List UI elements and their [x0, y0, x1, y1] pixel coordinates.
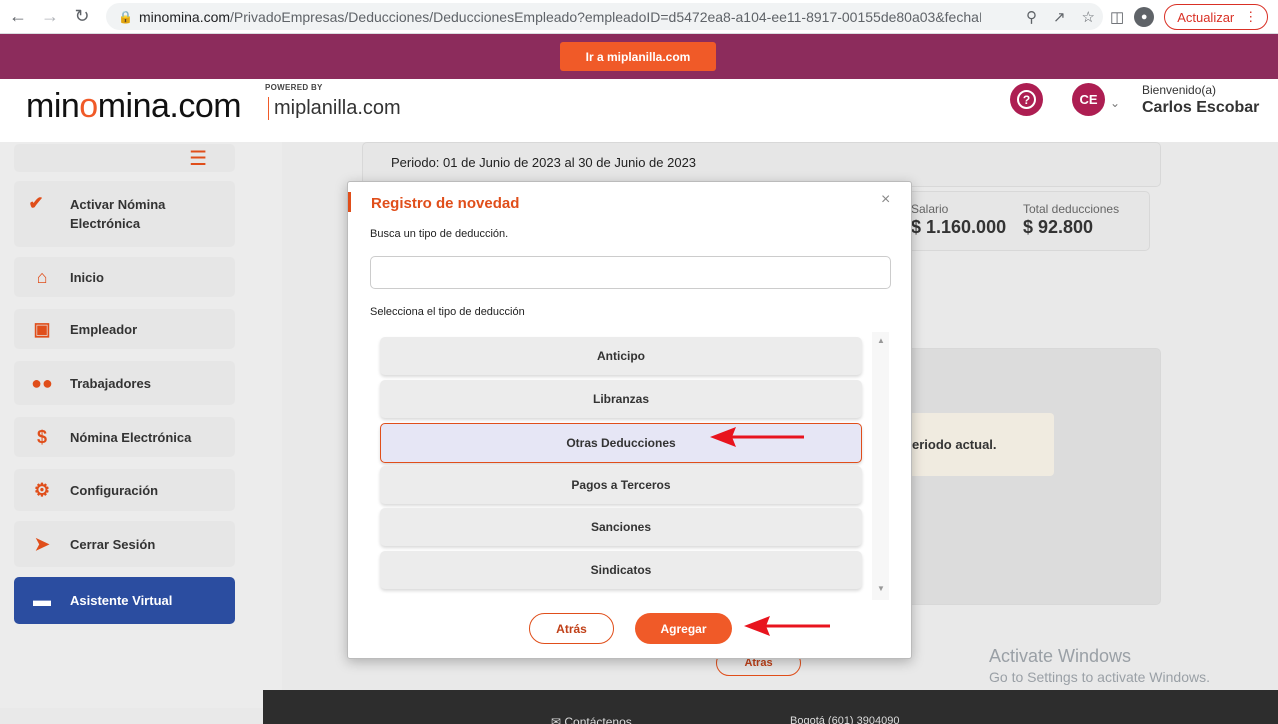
annotation-arrow-option: [710, 427, 804, 447]
help-button[interactable]: ?: [1010, 83, 1043, 116]
gear-icon: ⚙: [33, 479, 51, 500]
watermark-title: Activate Windows: [989, 646, 1132, 666]
kebab-icon: ⋮: [1244, 9, 1258, 24]
total-deductions-label: Total deducciones: [1023, 202, 1120, 216]
partner-logo: miplanilla.com: [268, 97, 401, 120]
star-icon[interactable]: ☆: [1082, 8, 1095, 26]
deduction-search-input[interactable]: [370, 256, 891, 289]
sidebar-item-label: Cerrar Sesión: [70, 536, 156, 552]
logo[interactable]: minomina.com: [26, 87, 242, 126]
add-button[interactable]: Agregar: [635, 613, 732, 644]
watermark-subtitle: Go to Settings to activate Windows.: [989, 669, 1210, 685]
scroll-up-icon[interactable]: ▲: [877, 336, 885, 345]
search-label: Busca un tipo de deducción.: [370, 228, 509, 240]
question-icon: ?: [1017, 90, 1036, 109]
sidebar-item-trabajadores[interactable]: ●● Trabajadores: [14, 361, 235, 405]
salary-value: $ 1.160.000: [911, 217, 1007, 237]
modal-title: Registro de novedad: [371, 195, 520, 212]
sidebar-item-inicio[interactable]: ⌂ Inicio: [14, 257, 235, 297]
title-accent-bar: [348, 192, 351, 212]
sidebar-item-label: Activar Nómina Electrónica: [70, 197, 166, 231]
chevron-down-icon[interactable]: ⌄: [1110, 96, 1120, 110]
url-host: minomina.com: [139, 8, 231, 25]
info-message: eriodo actual.: [902, 413, 1054, 476]
back-button[interactable]: Atrás: [529, 613, 614, 644]
option-sindicatos[interactable]: Sindicatos: [380, 551, 862, 589]
dollar-icon: $: [36, 426, 47, 447]
close-icon[interactable]: ×: [881, 191, 890, 209]
select-label: Selecciona el tipo de deducción: [370, 306, 525, 318]
list-scrollbar[interactable]: ▲ ▼: [872, 332, 889, 600]
deduction-modal: Registro de novedad × Busca un tipo de d…: [347, 181, 912, 659]
sidebar-item-label: Asistente Virtual: [70, 593, 173, 608]
sidebar-item-label: Inicio: [70, 269, 104, 285]
back-icon[interactable]: ←: [4, 3, 32, 31]
period-text: Periodo: 01 de Junio de 2023 al 30 de Ju…: [391, 155, 697, 170]
deduction-type-list: Anticipo Libranzas Otras Deducciones Pag…: [370, 332, 891, 600]
update-label: Actualizar: [1177, 9, 1235, 25]
deductions-panel: [880, 348, 1161, 605]
sidebar-item-label: Nómina Electrónica: [70, 429, 192, 445]
users-icon: ●●: [31, 372, 53, 393]
forward-icon[interactable]: →: [36, 3, 64, 31]
top-banner: Ir a miplanilla.com: [0, 34, 1278, 79]
welcome-text: Bienvenido(a): [1142, 83, 1217, 97]
menu-toggle[interactable]: ☰: [14, 144, 235, 172]
sidebar-item-empleador[interactable]: ▣ Empleador: [14, 309, 235, 349]
miplanilla-button[interactable]: Ir a miplanilla.com: [560, 42, 716, 71]
reload-icon[interactable]: ↻: [68, 3, 96, 31]
chat-icon: ▬: [33, 590, 51, 610]
windows-watermark: Activate Windows Go to Settings to activ…: [989, 646, 1210, 685]
hamburger-icon: ☰: [189, 147, 207, 170]
profile-icon[interactable]: ●: [1134, 7, 1155, 27]
option-libranzas[interactable]: Libranzas: [380, 380, 862, 418]
salary-label: Salario: [911, 202, 949, 216]
user-avatar[interactable]: CE: [1072, 83, 1105, 116]
footer: ✉ Contáctenos Bogotá (601) 3904090: [263, 690, 1278, 724]
sidebar-item-label: Empleador: [70, 321, 138, 337]
badge-icon: ▣: [33, 318, 51, 339]
update-button[interactable]: Actualizar ⋮: [1164, 4, 1269, 30]
sidebar-item-nomina-electronica[interactable]: $ Nómina Electrónica: [14, 417, 235, 457]
browser-toolbar: ← → ↻ 🔒 minomina.com/PrivadoEmpresas/Ded…: [0, 0, 1278, 34]
user-name: Carlos Escobar: [1142, 99, 1260, 116]
option-sanciones[interactable]: Sanciones: [380, 508, 862, 546]
annotation-arrow-add: [744, 616, 830, 636]
sidebar-item-activar-nomina[interactable]: ✔ Activar Nómina Electrónica: [14, 181, 235, 247]
total-deductions-value: $ 92.800: [1023, 217, 1094, 237]
share-icon[interactable]: ↗: [1053, 8, 1066, 26]
option-pagos-terceros[interactable]: Pagos a Terceros: [380, 466, 862, 504]
sidepanel-icon[interactable]: ◫: [1110, 8, 1124, 26]
lock-icon: 🔒: [118, 10, 133, 24]
powered-by: POWERED BY: [265, 83, 323, 92]
sidebar-item-cerrar-sesion[interactable]: ➤ Cerrar Sesión: [14, 521, 235, 567]
footer-contact[interactable]: ✉ Contáctenos: [551, 715, 632, 724]
scroll-down-icon[interactable]: ▼: [877, 584, 885, 593]
check-icon: ✔: [28, 192, 44, 213]
option-anticipo[interactable]: Anticipo: [380, 337, 862, 375]
address-bar[interactable]: 🔒 minomina.com/PrivadoEmpresas/Deduccion…: [106, 3, 1103, 30]
sidebar-item-label: Configuración: [70, 482, 159, 498]
sidebar-item-asistente-virtual[interactable]: ▬ Asistente Virtual: [14, 577, 235, 624]
url-path: /PrivadoEmpresas/Deducciones/Deducciones…: [230, 8, 981, 25]
zoom-icon[interactable]: ⚲: [1026, 8, 1037, 26]
home-icon: ⌂: [36, 266, 48, 287]
logout-icon: ➤: [34, 533, 50, 554]
sidebar-item-configuracion[interactable]: ⚙ Configuración: [14, 469, 235, 511]
sidebar-item-label: Trabajadores: [70, 375, 151, 391]
footer-phone: Bogotá (601) 3904090: [790, 715, 900, 724]
